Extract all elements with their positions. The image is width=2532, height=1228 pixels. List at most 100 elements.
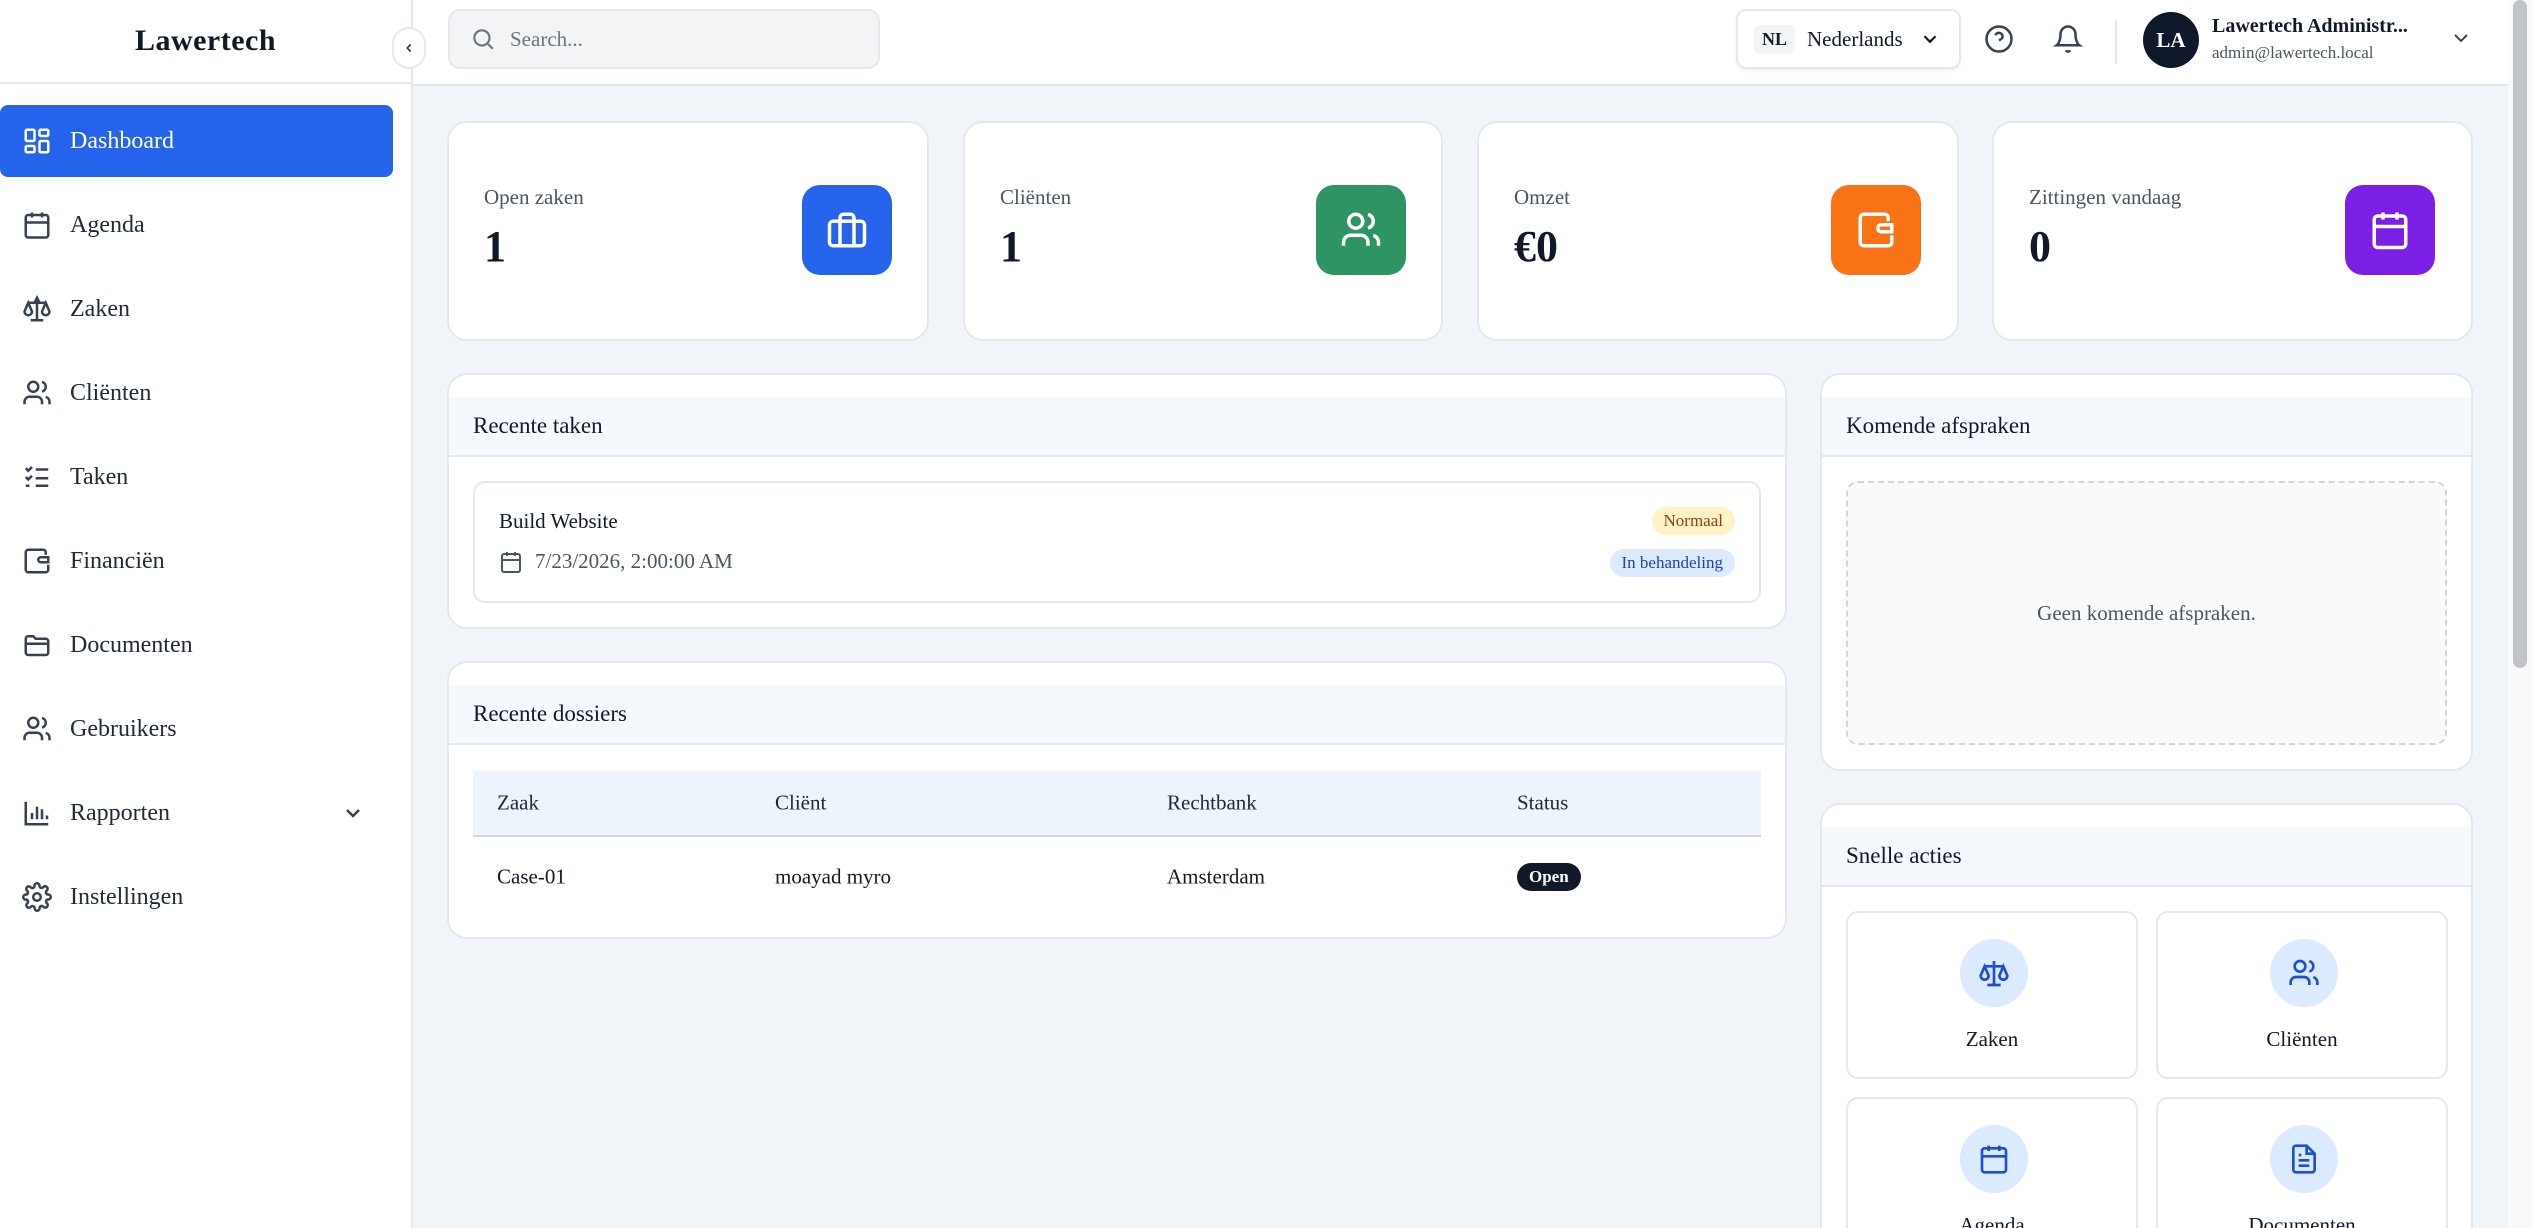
sidebar-item-rapporten[interactable]: Rapporten: [0, 777, 393, 849]
stat-icon-badge: [1316, 185, 1406, 275]
scale-icon: [1979, 961, 2009, 987]
quick-action-icon: [2270, 939, 2338, 1007]
panel-title: Komende afspraken: [1822, 397, 2471, 457]
stat-value: 1: [484, 222, 506, 271]
sidebar-item-label: Agenda: [70, 211, 145, 238]
sidebar-item-documenten[interactable]: Documenten: [0, 609, 393, 681]
brand-logo[interactable]: Lawertech: [0, 0, 411, 84]
quick-action-label: Cliënten: [2266, 1027, 2338, 1051]
sidebar-item-dashboard[interactable]: Dashboard: [0, 105, 393, 177]
users-icon: [1341, 212, 1381, 246]
tasks-icon: [24, 466, 49, 487]
sidebar-item-taken[interactable]: Taken: [0, 441, 393, 513]
column-header: Zaak: [497, 790, 539, 815]
court-name: Amsterdam: [1167, 864, 1265, 889]
sidebar: Lawertech Dashboard Agenda Zaken Cliënte…: [0, 0, 413, 1228]
calendar-icon: [2372, 212, 2408, 250]
wallet-icon: [1858, 212, 1894, 248]
users-icon: [23, 380, 51, 405]
stat-card-open-zaken: Open zaken 1: [447, 121, 929, 341]
quick-action-icon: [1960, 939, 2028, 1007]
sidebar-item-gebruikers[interactable]: Gebruikers: [0, 693, 393, 765]
scrollbar[interactable]: [2508, 0, 2532, 1228]
status-badge: Open: [1517, 863, 1581, 891]
stat-value: 1: [1000, 222, 1022, 271]
top-bar: NL Nederlands LA Lawertech Administr... …: [413, 0, 2508, 86]
gear-icon: [22, 882, 52, 912]
briefcase-icon: [827, 212, 867, 248]
client-name: moayad myro: [775, 864, 892, 889]
sidebar-item-zaken[interactable]: Zaken: [0, 273, 393, 345]
sidebar-item-label: Zaken: [70, 295, 130, 322]
sidebar-item-instellingen[interactable]: Instellingen: [0, 861, 393, 933]
quick-action-documenten[interactable]: Documenten: [2156, 1097, 2448, 1228]
task-item[interactable]: Build Website 7/23/2026, 2:00:00 AM Norm…: [473, 481, 1761, 603]
sidebar-item-financien[interactable]: Financiën: [0, 525, 393, 597]
folder-icon: [24, 635, 50, 657]
priority-badge: Normaal: [1651, 507, 1735, 535]
quick-actions-panel: Snelle acties Zaken Cliënten Agenda Docu…: [1820, 803, 2473, 1228]
chevron-down-icon[interactable]: [2449, 26, 2473, 50]
calendar-icon: [1980, 1145, 2008, 1174]
task-title: Build Website: [499, 509, 618, 533]
chevron-down-icon[interactable]: [341, 801, 365, 825]
column-header: Cliënt: [775, 790, 827, 815]
sidebar-item-clienten[interactable]: Cliënten: [0, 357, 393, 429]
language-selector[interactable]: NL Nederlands: [1736, 9, 1961, 69]
sidebar-item-label: Cliënten: [70, 379, 152, 406]
recent-cases-panel: Recente dossiers Zaak Cliënt Rechtbank S…: [447, 661, 1787, 939]
users-icon: [2289, 959, 2319, 985]
sidebar-item-label: Financiën: [70, 547, 165, 574]
table-row[interactable]: Case-01 moayad myro Amsterdam Open: [473, 837, 1761, 917]
sidebar-item-label: Documenten: [70, 631, 193, 658]
chevron-left-icon: [406, 43, 412, 53]
stat-card-omzet: Omzet €0: [1477, 121, 1959, 341]
panel-title: Snelle acties: [1822, 827, 2471, 887]
scrollbar-thumb[interactable]: [2513, 0, 2527, 668]
sidebar-nav: Dashboard Agenda Zaken Cliënten Taken Fi…: [0, 105, 413, 945]
sidebar-item-label: Instellingen: [70, 883, 184, 910]
table-header: Zaak Cliënt Rechtbank Status: [473, 771, 1761, 837]
stat-label: Cliënten: [1000, 185, 1072, 209]
avatar[interactable]: LA: [2143, 12, 2199, 68]
search-box[interactable]: [448, 9, 880, 69]
quick-action-agenda[interactable]: Agenda: [1846, 1097, 2138, 1228]
stat-icon-badge: [1831, 185, 1921, 275]
dashboard-icon: [24, 128, 50, 154]
status-badge: In behandeling: [1609, 549, 1735, 577]
user-name[interactable]: Lawertech Administr...: [2212, 15, 2408, 38]
column-header: Status: [1517, 790, 1569, 815]
cases-table: Zaak Cliënt Rechtbank Status Case-01 moa…: [473, 771, 1761, 917]
stat-card-clienten: Cliënten 1: [963, 121, 1443, 341]
divider: [2115, 20, 2117, 64]
calendar-icon: [501, 551, 521, 573]
stat-icon-badge: [2345, 185, 2435, 275]
sidebar-item-agenda[interactable]: Agenda: [0, 189, 393, 261]
quick-action-label: Documenten: [2248, 1213, 2356, 1228]
wallet-icon: [24, 548, 50, 574]
sidebar-item-label: Dashboard: [70, 127, 174, 154]
user-email: admin@lawertech.local: [2212, 43, 2374, 62]
sidebar-item-label: Rapporten: [70, 799, 170, 826]
stat-value: €0: [1514, 222, 1558, 271]
column-header: Rechtbank: [1167, 790, 1257, 815]
bell-icon[interactable]: [2053, 24, 2083, 54]
users-icon: [23, 716, 51, 741]
quick-action-label: Zaken: [1965, 1027, 2019, 1051]
upcoming-appointments-panel: Komende afspraken Geen komende afspraken…: [1820, 373, 2473, 771]
empty-state: Geen komende afspraken.: [1846, 481, 2447, 745]
quick-action-clienten[interactable]: Cliënten: [2156, 911, 2448, 1079]
panel-title: Recente taken: [449, 397, 1785, 457]
language-label: Nederlands: [1807, 26, 1903, 51]
sidebar-collapse-button[interactable]: [392, 27, 426, 69]
recent-tasks-panel: Recente taken Build Website 7/23/2026, 2…: [447, 373, 1787, 629]
stat-value: 0: [2029, 222, 2051, 271]
quick-action-label: Agenda: [1959, 1213, 2025, 1228]
search-input[interactable]: [510, 26, 870, 52]
stat-icon-badge: [802, 185, 892, 275]
help-icon[interactable]: [1984, 24, 2014, 54]
stat-label: Open zaken: [484, 185, 584, 209]
quick-action-zaken[interactable]: Zaken: [1846, 911, 2138, 1079]
chevron-down-icon: [1923, 35, 1936, 44]
panel-title: Recente dossiers: [449, 685, 1785, 745]
